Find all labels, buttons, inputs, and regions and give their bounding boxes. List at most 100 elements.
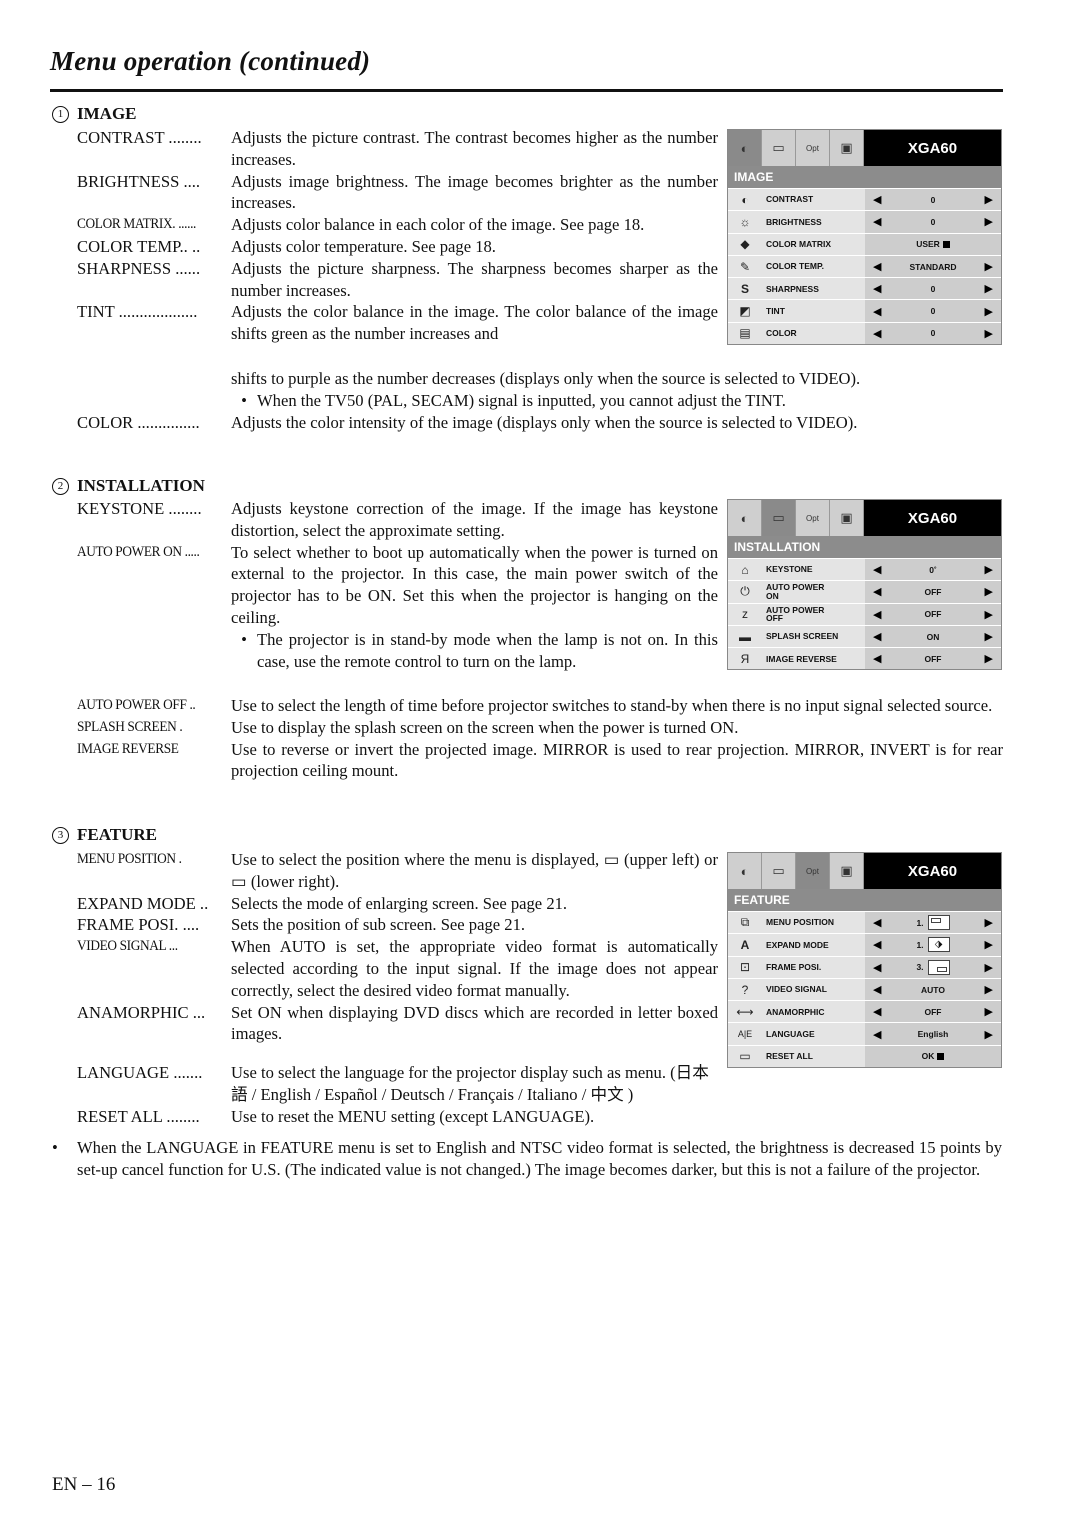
expand-mode-preview-icon: ⬗ (927, 937, 950, 953)
left-arrow-icon[interactable]: ◀ (873, 608, 881, 621)
entry-term: COLOR TEMP.. .. (77, 236, 201, 256)
osd-row-label: COLOR (766, 328, 797, 339)
left-arrow-icon[interactable]: ◀ (873, 260, 881, 273)
left-arrow-icon[interactable]: ◀ (873, 282, 881, 295)
entry-desc: To select whether to boot up automatical… (231, 542, 718, 627)
osd-row-splash-screen[interactable]: ▬ SPLASH SCREEN ◀ ON ▶ (728, 624, 1001, 648)
right-arrow-icon[interactable]: ▶ (985, 652, 993, 665)
right-arrow-icon[interactable]: ▶ (985, 327, 993, 340)
right-arrow-icon[interactable]: ▶ (985, 630, 993, 643)
entry-language: LANGUAGE ....... Use to select the langua… (77, 1062, 1003, 1106)
osd-row-auto-power-off[interactable]: z AUTO POWER OFF ◀ OFF ▶ (728, 602, 1001, 625)
osd-row-expand-mode[interactable]: A EXPAND MODE ◀ 1. ⬗ ▶ (728, 933, 1001, 956)
feature-tab-icon[interactable]: Opt (796, 853, 830, 889)
entry-brightness: BRIGHTNESS .... Adjusts image brightness.… (77, 171, 718, 215)
osd-row-image-reverse[interactable]: Я IMAGE REVERSE ◀ OFF ▶ (728, 647, 1001, 670)
osd-row-language[interactable]: A|E LANGUAGE ◀ English ▶ (728, 1022, 1001, 1045)
left-arrow-icon[interactable]: ◀ (873, 938, 881, 951)
info-tab-icon[interactable]: ▣ (830, 853, 864, 889)
left-arrow-icon[interactable]: ◀ (873, 630, 881, 643)
entry-expand-mode: EXPAND MODE .. Selects the mode of enlarg… (77, 893, 718, 915)
osd-row-reset-all[interactable]: ▭ RESET ALL OK (728, 1044, 1001, 1068)
entry-term: MENU POSITION . (77, 851, 182, 867)
installation-tab-icon[interactable]: ▭ (762, 853, 796, 889)
entry-desc: Use to select the position where the men… (231, 850, 718, 891)
menu-position-icon: ⧉ (740, 915, 750, 930)
section-title: FEATURE (77, 825, 157, 844)
section-heading-installation: 2 INSTALLATION (52, 476, 205, 496)
left-arrow-icon[interactable]: ◀ (873, 961, 881, 974)
left-arrow-icon[interactable]: ◀ (873, 585, 881, 598)
osd-row-brightness[interactable]: ☼ BRIGHTNESS ◀ 0 ▶ (728, 210, 1001, 233)
left-arrow-icon[interactable]: ◀ (873, 1028, 881, 1041)
section-heading-image: 1 IMAGE (52, 104, 137, 124)
left-arrow-icon[interactable]: ◀ (873, 193, 881, 206)
osd-row-value: 0 (930, 328, 936, 339)
osd-row-value: English (917, 1029, 949, 1040)
installation-tab-icon[interactable]: ▭ (762, 500, 796, 536)
right-arrow-icon[interactable]: ▶ (985, 938, 993, 951)
entry-term: EXPAND MODE .. (77, 893, 209, 913)
entry-desc: Use to reverse or invert the projected i… (231, 739, 1003, 781)
opt-label: Opt (806, 513, 819, 523)
right-arrow-icon[interactable]: ▶ (985, 961, 993, 974)
right-arrow-icon[interactable]: ▶ (985, 916, 993, 929)
left-arrow-icon[interactable]: ◀ (873, 983, 881, 996)
entry-desc: Use to select the length of time before … (231, 696, 993, 715)
osd-row-sharpness[interactable]: S SHARPNESS ◀ 0 ▶ (728, 277, 1001, 300)
right-arrow-icon[interactable]: ▶ (985, 608, 993, 621)
lower-right-position-icon (927, 959, 950, 975)
left-arrow-icon[interactable]: ◀ (873, 215, 881, 228)
left-arrow-icon[interactable]: ◀ (873, 305, 881, 318)
osd-row-anamorphic[interactable]: ⟷ ANAMORPHIC ◀ OFF ▶ (728, 1000, 1001, 1023)
feature-tab-icon[interactable]: Opt (796, 130, 830, 166)
color-matrix-icon: ◆ (740, 237, 750, 252)
title-rule (50, 89, 1003, 92)
entry-color-matrix: COLOR MATRIX. ...... Adjusts color balanc… (77, 214, 718, 236)
left-arrow-icon[interactable]: ◀ (873, 563, 881, 576)
info-tab-icon[interactable]: ▣ (830, 500, 864, 536)
osd-row-menu-position[interactable]: ⧉ MENU POSITION ◀ 1. ▶ (728, 911, 1001, 934)
osd-row-keystone[interactable]: ⌂ KEYSTONE ◀ 0˚ ▶ (728, 558, 1001, 581)
osd-row-auto-power-on[interactable]: ⏻ AUTO POWER ON ◀ OFF ▶ (728, 580, 1001, 603)
left-arrow-icon[interactable]: ◀ (873, 327, 881, 340)
osd-row-tint[interactable]: ◩ TINT ◀ 0 ▶ (728, 299, 1001, 322)
osd-row-frame-posi[interactable]: ⊡ FRAME POSI. ◀ 3. ▶ (728, 955, 1001, 978)
osd-row-contrast[interactable]: ◐ CONTRAST ◀ 0 ▶ (728, 188, 1001, 211)
entry-frame-posi: FRAME POSI. .... Sets the position of sub… (77, 914, 718, 936)
osd-row-value: 0 (930, 306, 936, 317)
installation-tab-icon[interactable]: ▭ (762, 130, 796, 166)
osd-brand: XGA60 (907, 862, 958, 880)
right-arrow-icon[interactable]: ▶ (985, 563, 993, 576)
osd-row-video-signal[interactable]: ? VIDEO SIGNAL ◀ AUTO ▶ (728, 977, 1001, 1001)
right-arrow-icon[interactable]: ▶ (985, 305, 993, 318)
entry-color-temp: COLOR TEMP.. .. Adjusts color temperature… (77, 236, 718, 258)
osd-row-value: ON (926, 631, 940, 642)
right-arrow-icon[interactable]: ▶ (985, 193, 993, 206)
osd-row-label: FRAME POSI. (766, 961, 822, 972)
right-arrow-icon[interactable]: ▶ (985, 260, 993, 273)
osd-row-value: OK (921, 1051, 935, 1062)
right-arrow-icon[interactable]: ▶ (985, 983, 993, 996)
osd-row-color-temp[interactable]: ✎ COLOR TEMP. ◀ STANDARD ▶ (728, 254, 1001, 278)
tint-icon: ◩ (739, 304, 751, 319)
feature-tab-icon[interactable]: Opt (796, 500, 830, 536)
image-tab-icon[interactable]: ◐ (728, 500, 762, 536)
image-tab-icon[interactable]: ◐ (728, 853, 762, 889)
osd-row-color-matrix[interactable]: ◆ COLOR MATRIX USER (728, 232, 1001, 255)
image-tab-icon[interactable]: ◐ (728, 130, 762, 166)
section-heading-feature: 3 FEATURE (52, 825, 157, 845)
right-arrow-icon[interactable]: ▶ (985, 585, 993, 598)
left-arrow-icon[interactable]: ◀ (873, 1005, 881, 1018)
right-arrow-icon[interactable]: ▶ (985, 1005, 993, 1018)
left-arrow-icon[interactable]: ◀ (873, 916, 881, 929)
osd-row-color[interactable]: ▤ COLOR ◀ 0 ▶ (728, 321, 1001, 345)
osd-feature-menu: ◐ ▭ Opt ▣ XGA60 FEATURE ⧉ MENU POSITION ◀ 1… (727, 852, 1002, 1069)
right-arrow-icon[interactable]: ▶ (985, 1028, 993, 1041)
left-arrow-icon[interactable]: ◀ (873, 652, 881, 665)
auto-power-on-icon: ⏻ (740, 584, 750, 599)
right-arrow-icon[interactable]: ▶ (985, 215, 993, 228)
info-tab-icon[interactable]: ▣ (830, 130, 864, 166)
note-row: • When the LANGUAGE in FEATURE menu is s… (52, 1137, 1002, 1181)
right-arrow-icon[interactable]: ▶ (985, 282, 993, 295)
